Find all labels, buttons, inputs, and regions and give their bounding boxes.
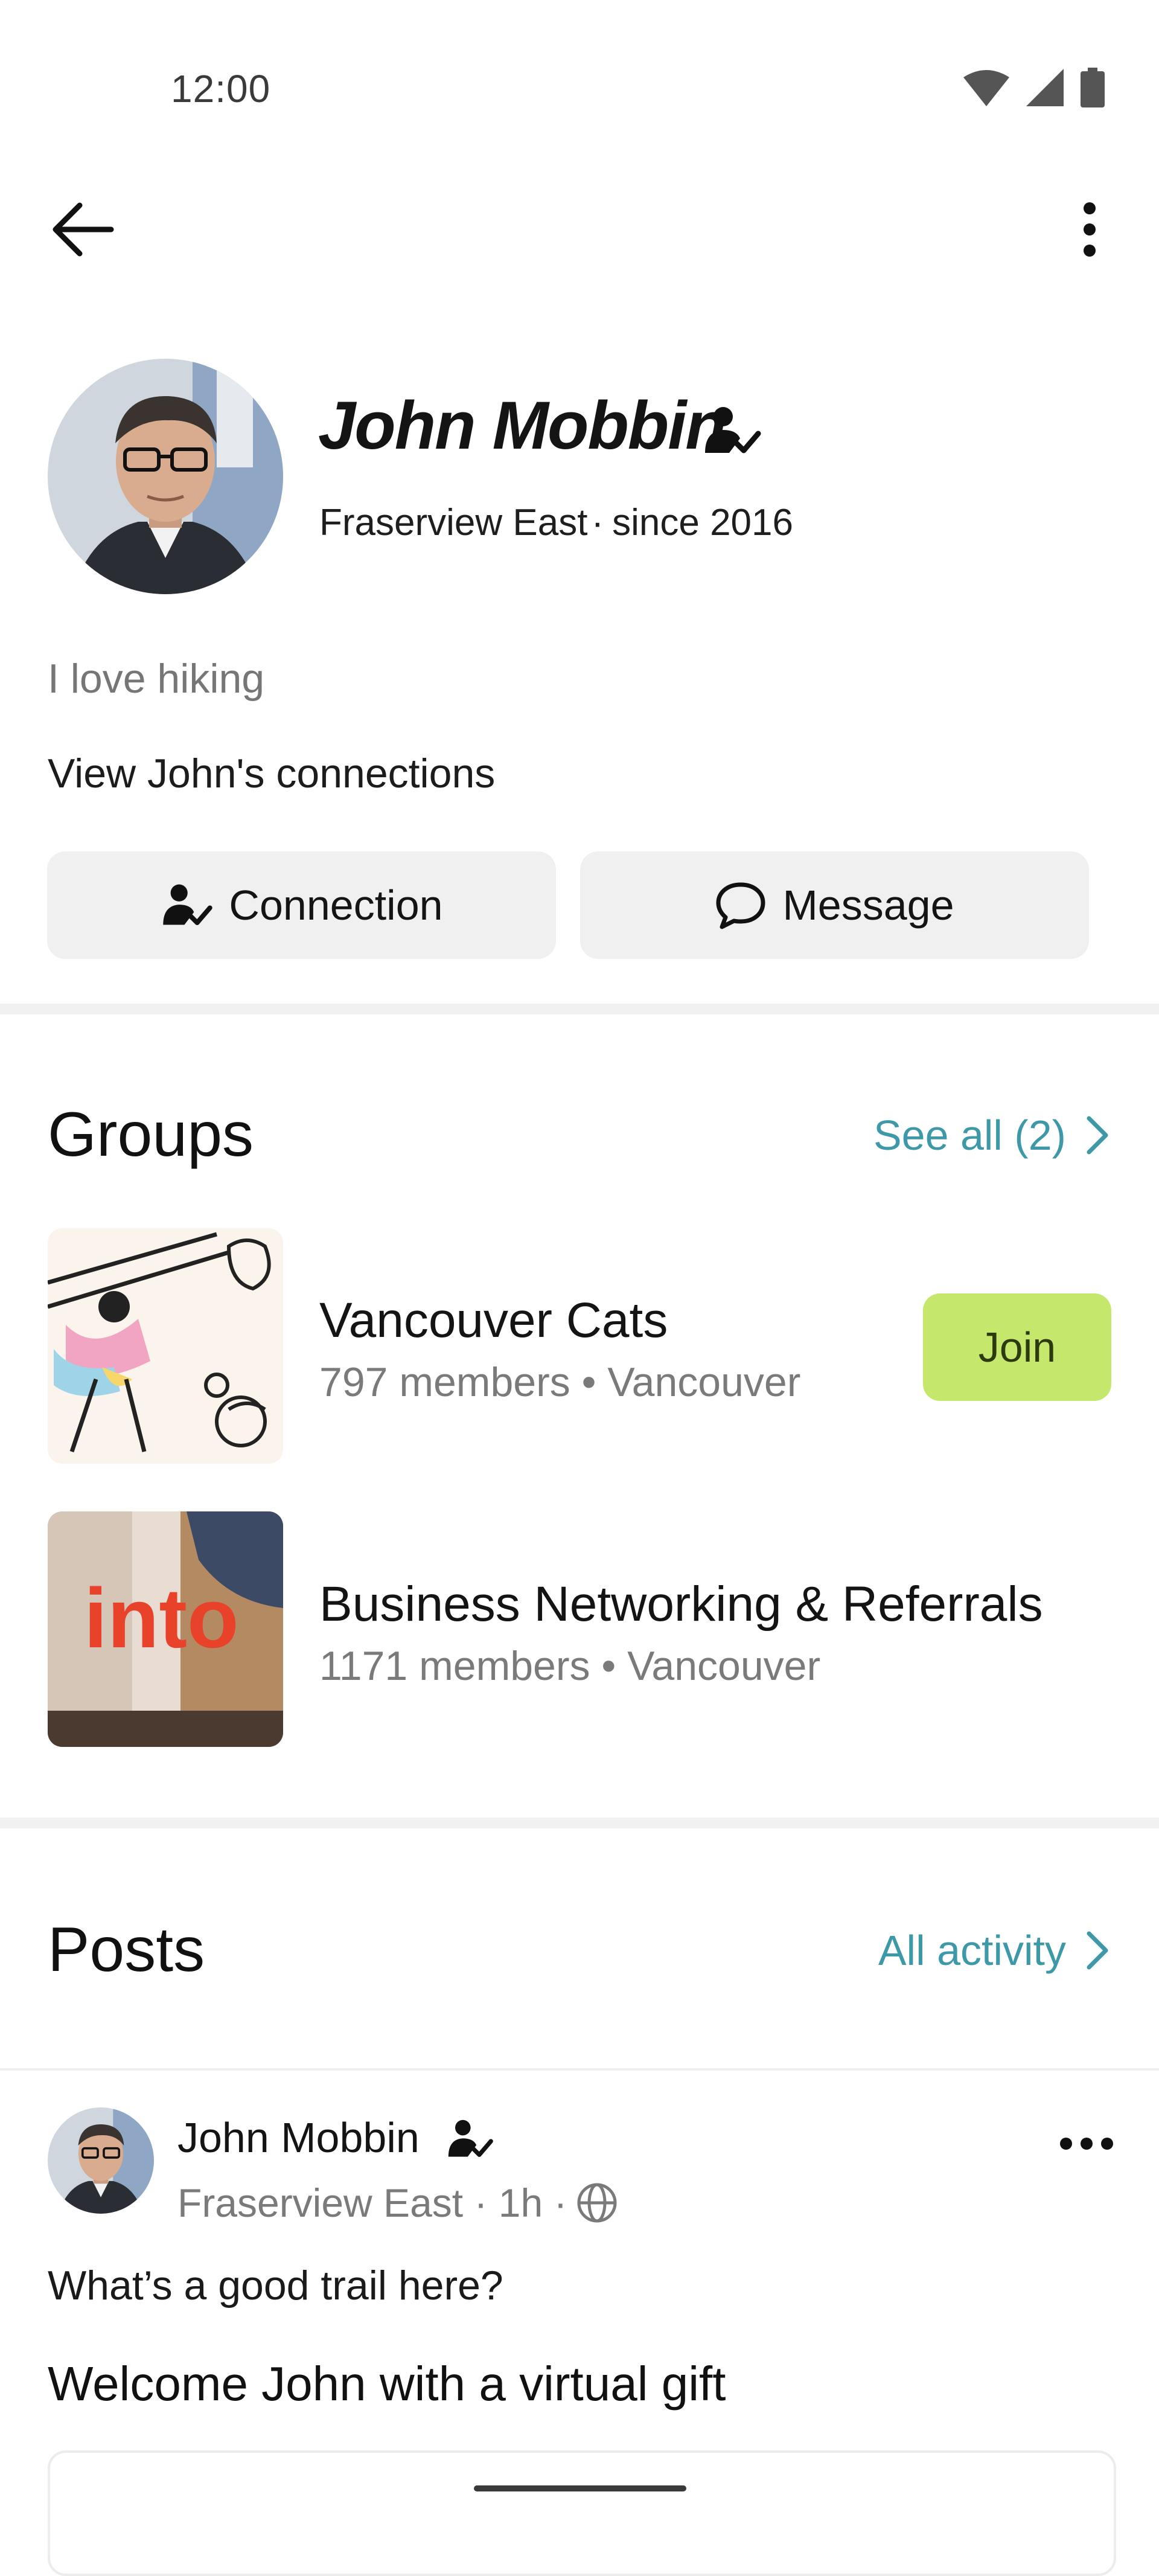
profile-since: since 2016 bbox=[612, 502, 793, 543]
connection-button[interactable]: Connection bbox=[47, 851, 556, 959]
chevron-right-icon bbox=[1087, 1931, 1108, 1970]
verified-neighbor-icon bbox=[163, 884, 213, 926]
profile-avatar bbox=[48, 359, 283, 594]
battery-icon bbox=[1081, 68, 1105, 107]
group-thumb-text: into bbox=[84, 1571, 239, 1665]
connection-button-label: Connection bbox=[229, 882, 443, 929]
post-body: What’s a good trail here? bbox=[48, 2263, 503, 2308]
view-connections-link[interactable]: View John's connections bbox=[48, 750, 495, 797]
profile-bio: I love hiking bbox=[48, 656, 265, 702]
more-vertical-icon bbox=[1084, 202, 1096, 257]
group-meta: 797 members • Vancouver bbox=[319, 1359, 801, 1405]
profile-neighborhood: Fraserview East bbox=[319, 502, 588, 543]
wifi-icon bbox=[963, 70, 1009, 106]
status-time: 12:00 bbox=[171, 67, 271, 111]
section-divider bbox=[0, 1818, 1159, 1828]
gift-section-title: Welcome John with a virtual gift bbox=[48, 2357, 726, 2411]
groups-title: Groups bbox=[48, 1100, 254, 1170]
more-options-button[interactable] bbox=[1056, 193, 1123, 266]
post-meta-text: Fraserview East · 1h · bbox=[177, 2180, 567, 2225]
group-thumbnail[interactable] bbox=[48, 1228, 283, 1464]
all-activity-link[interactable]: All activity bbox=[878, 1926, 1108, 1975]
profile-meta: Fraserview East· since 2016 bbox=[319, 501, 793, 544]
gift-card[interactable] bbox=[48, 2450, 1116, 2576]
profile-name: John Mobbin bbox=[318, 388, 727, 463]
chat-bubble-icon bbox=[716, 882, 765, 929]
message-button-label: Message bbox=[782, 882, 954, 929]
chevron-right-icon bbox=[1087, 1116, 1108, 1155]
back-arrow-icon bbox=[53, 202, 114, 257]
group-thumbnail[interactable]: into bbox=[48, 1511, 283, 1747]
home-indicator[interactable] bbox=[474, 2485, 686, 2491]
post-more-button[interactable] bbox=[1050, 2113, 1123, 2174]
globe-icon bbox=[577, 2183, 616, 2223]
see-all-groups-link[interactable]: See all (2) bbox=[873, 1111, 1108, 1159]
join-group-button[interactable]: Join bbox=[923, 1293, 1111, 1401]
group-name[interactable]: Business Networking & Referrals bbox=[319, 1576, 1043, 1633]
group-name[interactable]: Vancouver Cats bbox=[319, 1292, 668, 1349]
message-button[interactable]: Message bbox=[580, 851, 1089, 959]
posts-title: Posts bbox=[48, 1915, 205, 1985]
meta-separator: · bbox=[591, 502, 604, 543]
status-icons bbox=[963, 66, 1105, 109]
post-author-name[interactable]: John Mobbin bbox=[177, 2113, 420, 2162]
post-author-avatar[interactable] bbox=[48, 2107, 154, 2214]
back-button[interactable] bbox=[42, 193, 121, 266]
all-activity-label: All activity bbox=[878, 1927, 1066, 1974]
group-meta: 1171 members • Vancouver bbox=[319, 1643, 821, 1689]
more-horizontal-icon bbox=[1060, 2138, 1113, 2150]
post-separator bbox=[0, 2068, 1159, 2071]
see-all-label: See all (2) bbox=[873, 1112, 1066, 1159]
section-divider bbox=[0, 1004, 1159, 1014]
verified-neighbor-icon bbox=[448, 2119, 493, 2157]
cellular-signal-icon bbox=[1026, 69, 1064, 106]
verified-neighbor-icon bbox=[705, 407, 761, 453]
post-meta: Fraserview East · 1h · bbox=[177, 2180, 618, 2226]
